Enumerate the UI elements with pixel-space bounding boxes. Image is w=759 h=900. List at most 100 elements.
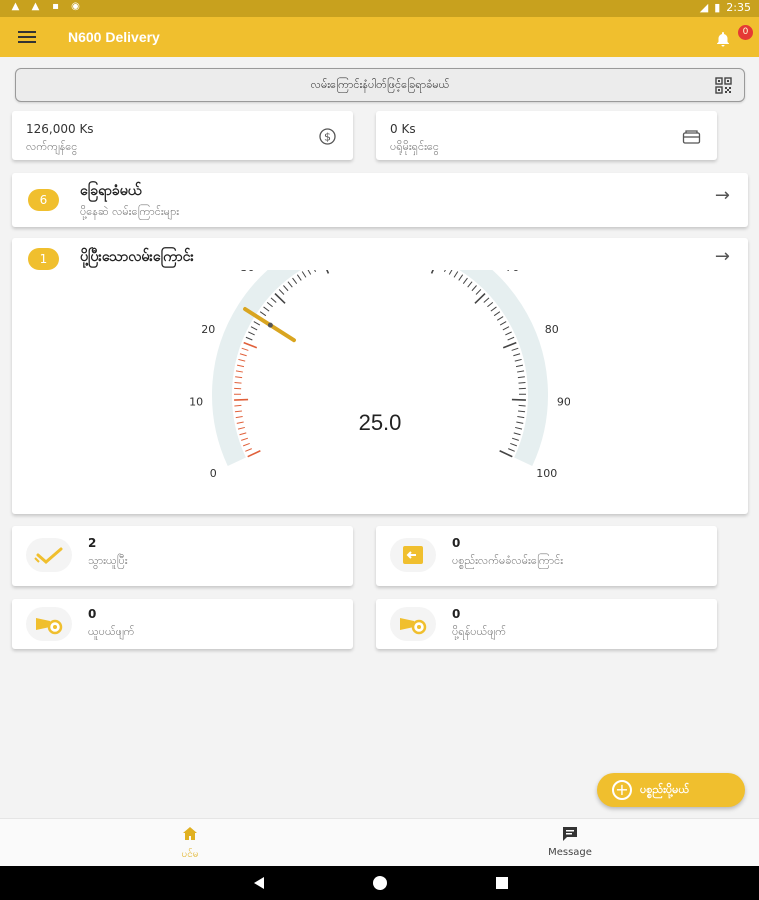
balance-card: 126,000 Ks လက်ကျန်ငွေ $ (12, 111, 353, 160)
gauge-needle-pivot (267, 322, 273, 328)
gauge-tick (287, 281, 293, 288)
check-icon (26, 538, 72, 572)
gauge-tick (511, 347, 519, 351)
plus-circle-icon: + (612, 780, 632, 800)
return-box-icon (390, 538, 436, 572)
home-icon (183, 827, 197, 840)
picked-up-tile[interactable]: 2 သွားယူပြီး (12, 526, 353, 586)
gauge-tick (518, 404, 526, 407)
track-search-button[interactable]: လမ်းကြောင်းနံပါတ်ဖြင့်ခြေရာခံမယ် (15, 68, 745, 102)
gauge-tick (242, 442, 250, 447)
nav-message-label: Message (548, 847, 592, 858)
sim-icon: ▪ (52, 1, 59, 12)
gauge-tick (453, 271, 459, 278)
gauge-tick (474, 293, 486, 304)
gauge-tick (283, 285, 289, 292)
status-system: ◢ ▮ 2:35 (700, 1, 751, 14)
gauge-tick (483, 297, 490, 303)
back-icon[interactable] (254, 877, 264, 889)
nav-home[interactable]: ပင်မ (150, 825, 230, 862)
gauge-tick (311, 265, 317, 273)
gift-box-icon (682, 130, 701, 144)
gauge-tick (448, 268, 454, 275)
gauge-tick (234, 382, 242, 384)
gauge-tick-label: 0 (210, 467, 217, 480)
gauge-tick (502, 341, 517, 349)
gauge-tick (507, 336, 515, 341)
gauge-tick (259, 311, 267, 317)
gauge-tick (487, 301, 494, 308)
gauge-dial: 0102030405060708090100 (189, 205, 571, 480)
recents-icon[interactable] (496, 877, 508, 889)
tracking-count-badge: 6 (28, 189, 59, 211)
gauge-tick (266, 301, 273, 308)
gauge-tick (245, 448, 252, 452)
gauge-tick (270, 297, 277, 303)
gauge-tick-label: 80 (545, 323, 559, 336)
menu-icon[interactable] (18, 31, 36, 43)
arrow-right-icon[interactable]: → (715, 185, 730, 206)
app-title: N600 Delivery (68, 29, 160, 45)
gauge-tick (241, 437, 249, 441)
gauge-tick (502, 326, 510, 331)
status-time: 2:35 (726, 1, 751, 14)
gauge-tick (274, 293, 286, 304)
gauge-tick (499, 321, 507, 326)
gauge-tick-label: 20 (201, 323, 215, 336)
gauge-tick (515, 364, 524, 368)
status-bar: ▲ ▲ ▪ ◉ ◢ ▮ 2:35 (0, 0, 759, 17)
home-circle-icon[interactable] (373, 876, 387, 890)
send-parcel-button[interactable]: + ပစ္စည်းပို့မယ် (597, 773, 745, 807)
picked-up-count: 2 (88, 536, 97, 550)
gauge-tick (514, 358, 522, 362)
bottom-navigation: ပင်မ Message (0, 818, 759, 866)
tracking-row[interactable]: 6 ခြေရာခံမယ် ပို့နေဆဲ လမ်းကြောင်းများ → (12, 173, 748, 227)
gauge-tick (253, 321, 261, 326)
notification-badge: 0 (738, 25, 753, 40)
gauge-tick (245, 336, 253, 341)
gauge-tick (510, 442, 518, 447)
money-icon: $ (319, 128, 336, 145)
status-notifications: ▲ ▲ ▪ ◉ (10, 1, 81, 12)
gauge-tick (235, 370, 243, 373)
gauge-tick (490, 306, 497, 312)
pickup-cancel-count: 0 (88, 607, 97, 621)
gauge-tick (239, 353, 247, 357)
pickup-cancel-tile[interactable]: 0 ယူပယ်ဖျက် (12, 599, 353, 649)
gauge-tick-label: 70 (505, 270, 519, 274)
gauge-tick (511, 437, 519, 441)
nav-message[interactable]: Message (530, 825, 610, 858)
arrow-right-icon[interactable]: → (715, 246, 730, 267)
cancel-ticket-icon (26, 607, 72, 641)
tracking-title: ခြေရာခံမယ် (80, 183, 142, 199)
rejected-tile[interactable]: 0 ပစ္စည်းလက်မခံလမ်းကြောင်း (376, 526, 717, 586)
gauge-tick (462, 277, 468, 284)
qr-code-icon[interactable] (715, 77, 732, 94)
gauge-tick-label: 100 (536, 467, 557, 480)
picked-up-label: သွားယူပြီး (88, 554, 128, 567)
balance-amount: 126,000 Ks (26, 122, 94, 136)
app-bar: N600 Delivery 0 (0, 17, 759, 57)
bell-icon[interactable] (715, 31, 731, 47)
gauge-value: 25.0 (358, 410, 402, 435)
speed-gauge: 0102030405060708090100 25.0 (189, 205, 571, 510)
gauge-tick (247, 450, 261, 458)
gauge-tick (499, 450, 513, 458)
gauge-tick (493, 311, 501, 317)
warning-icon: ▲ (11, 1, 20, 12)
gauge-tick (306, 268, 312, 275)
cancel-ticket-icon (390, 607, 436, 641)
gauge-tick-label: 30 (241, 270, 255, 274)
gauge-tick (278, 289, 285, 295)
gauge-tick (496, 316, 504, 321)
completed-count-badge: 1 (28, 248, 59, 270)
gauge-tick (248, 331, 255, 336)
delivery-cancel-tile[interactable]: 0 ပို့ရန်ပယ်ဖျက် (376, 599, 717, 649)
gauge-tick (250, 326, 258, 331)
gauge-tick (236, 364, 245, 368)
gauge-tick (301, 271, 307, 278)
promotion-label: ပရိုမိုးရှင်းငွေ (390, 140, 439, 153)
system-navigation-bar (0, 866, 759, 900)
send-parcel-label: ပစ္စည်းပို့မယ် (640, 783, 690, 796)
warning-icon: ▲ (31, 1, 40, 12)
